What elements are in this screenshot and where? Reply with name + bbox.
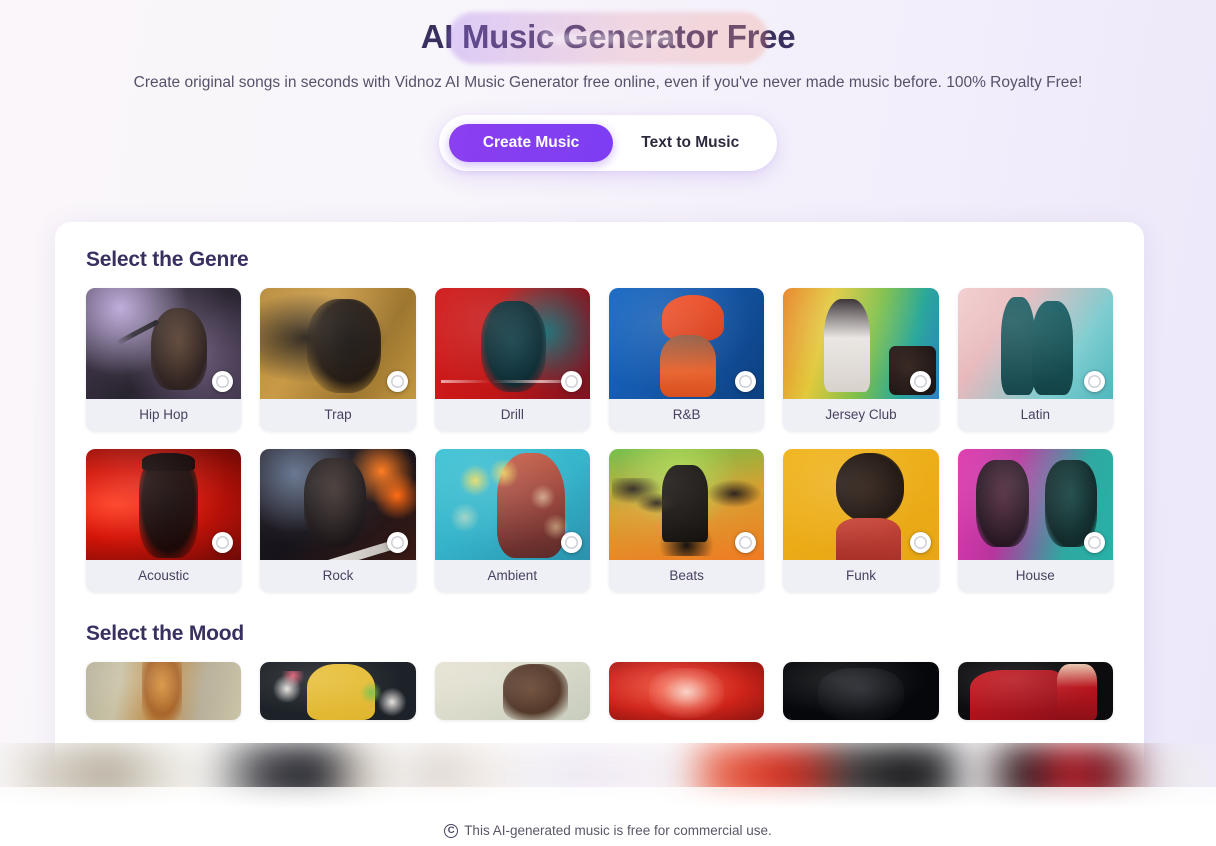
- generate-music-button[interactable]: Generate Music: [448, 12, 768, 64]
- copyright-icon: C: [444, 823, 459, 838]
- copyright-text: This AI-generated music is free for comm…: [464, 823, 772, 838]
- copyright-notice: C This AI-generated music is free for co…: [0, 823, 1216, 838]
- generate-button-row: Generate Music: [0, 12, 1216, 810]
